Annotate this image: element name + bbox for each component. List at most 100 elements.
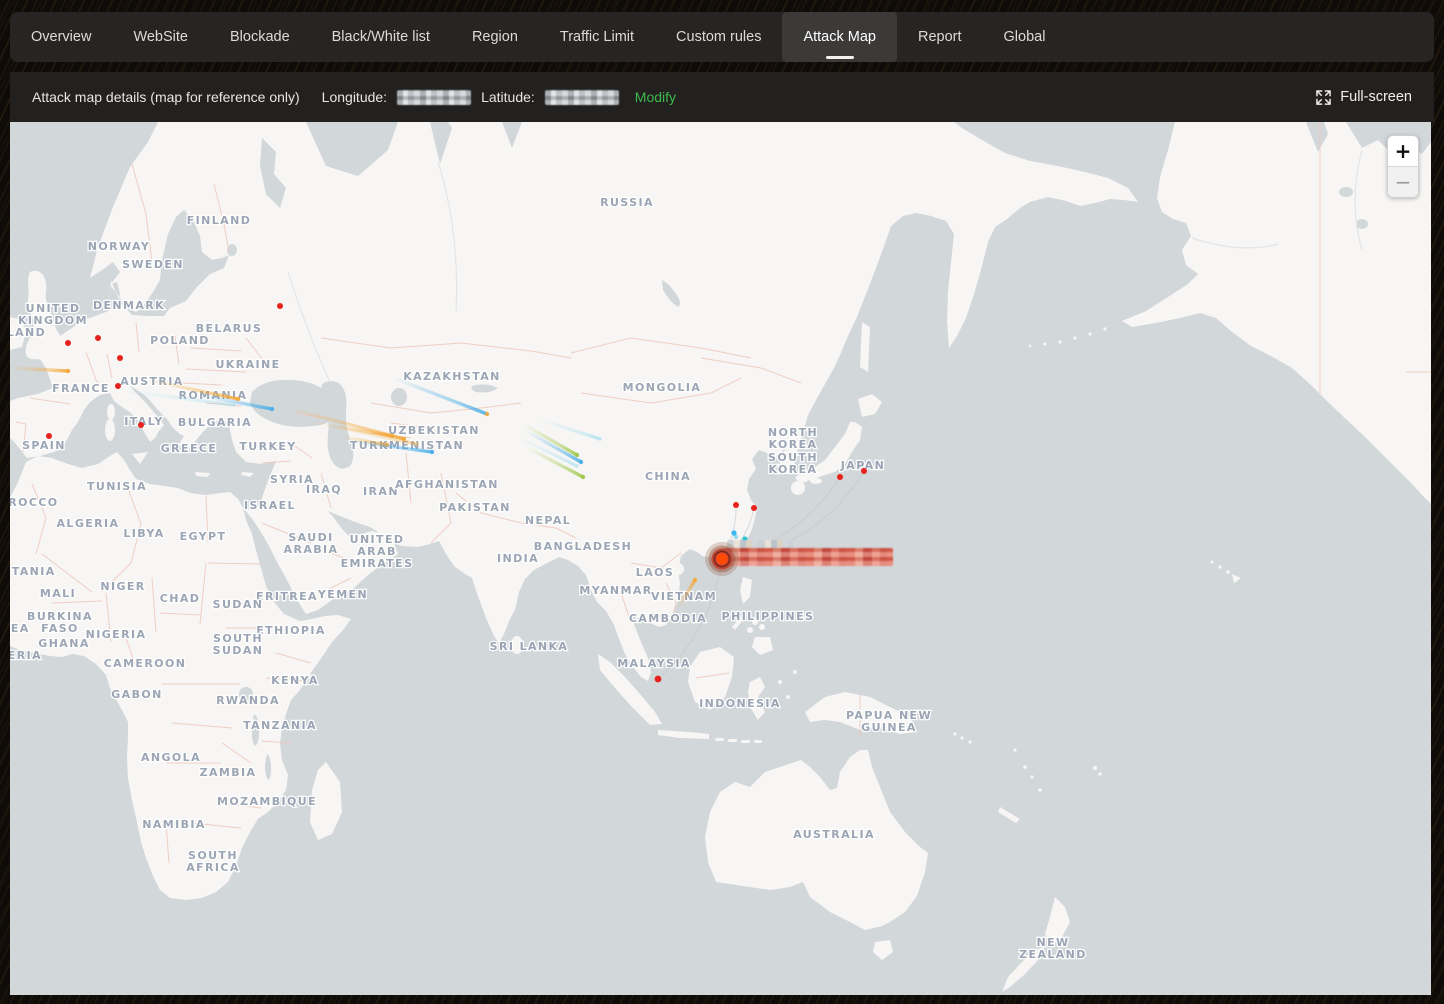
map-country-label: PHILIPPINES [722,610,815,623]
map-country-label: GHANA [38,637,89,650]
map-country-label: ETHIOPIA [256,624,326,637]
attack-trail-head [693,578,697,582]
modify-link[interactable]: Modify [635,89,676,105]
map-country-label: NIGERIA [86,628,147,641]
map-country-label: IRAQ [306,483,342,496]
map-country-label: MALI [40,587,76,600]
map-country-label: TANZANIA [243,719,317,732]
attack-trail-head [390,434,394,438]
longitude-value-redacted [397,90,471,105]
attack-source-dot [655,676,662,683]
map-country-label: ELAND [10,326,46,339]
map-country-label: INDIA [497,552,539,565]
map-country-label: LAOS [636,566,674,579]
attack-map-canvas[interactable]: RUSSIAFINLANDNORWAYSWEDENDENMARKUNITEDKI… [10,122,1431,995]
map-country-label: RWANDA [216,694,280,707]
map-country-label: EGYPT [180,530,227,543]
zoom-out-button[interactable]: − [1388,166,1418,197]
map-country-label: MYANMAR [579,584,652,597]
map-country-label: UKRAINE [215,358,280,371]
map-country-label: PAKISTAN [439,501,511,514]
map-country-label: MALAYSIA [617,657,691,670]
map-country-label: YEMEN [317,588,368,601]
map-country-label: SPAIN [22,439,66,452]
map-country-label: ANGOLA [141,751,201,764]
attack-source-dot [733,502,739,508]
map-country-label: NORWAY [88,240,151,253]
map-country-label: CAMEROON [104,657,187,670]
fullscreen-button[interactable]: Full-screen [1316,89,1412,105]
map-country-label: NEPAL [525,514,571,527]
map-country-label: BULGARIA [178,416,252,429]
attack-source-dot [117,355,123,361]
map-country-label: CHAD [160,592,201,605]
tab-traffic-limit[interactable]: Traffic Limit [539,12,655,62]
map-country-label: NEA [10,622,30,635]
map-country-label: UZBEKISTAN [388,424,480,437]
map-country-label: CAMBODIA [629,612,707,625]
map-country-label: FINLAND [187,214,251,227]
attack-source-dot [837,474,843,480]
map-country-label: BERIA [10,649,42,662]
attack-source-dot [115,383,121,389]
map-country-label: SUDAN [213,598,264,611]
tab-attack-map[interactable]: Attack Map [782,12,897,62]
map-country-label: CHINA [645,470,691,483]
tab-overview[interactable]: Overview [10,12,112,62]
map-country-label: POLAND [150,334,210,347]
map-country-label: SWEDEN [122,258,184,271]
attack-trail-head [430,450,434,454]
attack-trail-head [579,460,583,464]
tab-report[interactable]: Report [897,12,983,62]
attack-trail-head [575,453,579,457]
tab-global[interactable]: Global [983,12,1067,62]
zoom-in-button[interactable]: + [1388,136,1418,166]
attack-map-title: Attack map details (map for reference on… [32,89,300,105]
tab-blockade[interactable]: Blockade [209,12,311,62]
tab-website[interactable]: WebSite [112,12,209,62]
attack-source-dot [861,468,867,474]
map-country-label: ITALY [124,415,164,428]
map-country-label: KAZAKHSTAN [403,370,501,383]
map-country-label: ZAMBIA [200,766,257,779]
map-country-label: AUSTRALIA [793,828,875,841]
attack-source-dot [751,505,757,511]
tab-region[interactable]: Region [451,12,539,62]
attack-trail-head [270,407,274,411]
map-country-label: UNITEDKINGDOM [18,302,88,327]
map-country-label: SAUDIARABIA [284,531,339,556]
attack-target-marker[interactable] [703,540,741,578]
latitude-label: Latitude: [481,89,535,105]
map-country-label: AFGHANISTAN [395,478,499,491]
map-country-label: OROCCO [10,496,59,509]
map-country-label: NORTHKOREA [768,426,818,451]
tab-custom-rules[interactable]: Custom rules [655,12,782,62]
attack-map-toolbar: Attack map details (map for reference on… [10,72,1434,122]
attack-trail-head [66,369,70,373]
fullscreen-label: Full-screen [1340,89,1412,105]
map-country-label: MOZAMBIQUE [217,795,317,808]
map-country-label: KENYA [271,674,319,687]
redacted-target-label [723,548,893,566]
map-country-label: RITANIA [10,565,56,578]
map-country-label: BANGLADESH [534,540,632,553]
attack-source-dot [46,433,52,439]
map-zoom-control: + − [1387,135,1419,198]
attack-source-dot [731,530,736,535]
map-country-label: IRAN [363,485,399,498]
attack-trail-head [581,475,585,479]
map-country-label: SOUTHSUDAN [213,632,264,657]
attack-trail-head [236,397,240,401]
map-country-label: LIBYA [123,527,164,540]
tab-black-white-list[interactable]: Black/White list [311,12,451,62]
map-country-label: TURKEY [239,440,296,453]
attack-source-dot [277,303,283,309]
attack-source-dot [138,422,144,428]
map-country-label: GABON [111,688,162,701]
map-country-label: GREECE [161,442,218,455]
attack-source-dot [95,335,101,341]
map-country-label: SOUTHAFRICA [186,849,240,874]
map-country-label: ERITREA [256,590,318,603]
map-country-label: ALGERIA [57,517,120,530]
map-country-label: SOUTHKOREA [768,451,818,476]
